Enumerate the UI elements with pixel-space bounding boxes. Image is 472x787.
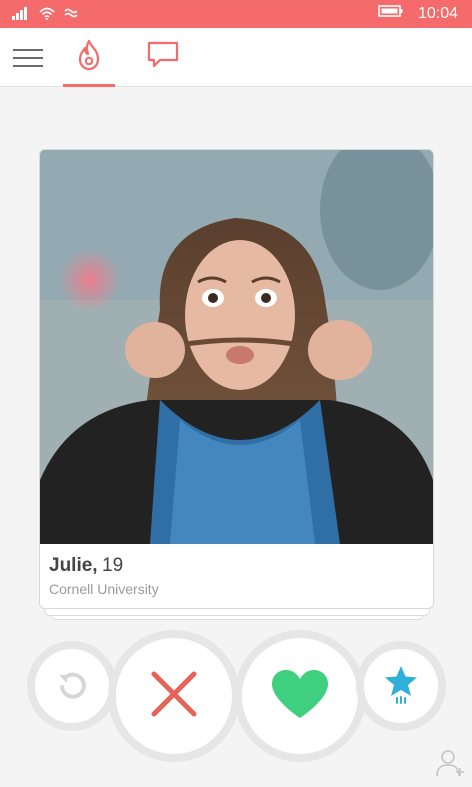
profile-age: 19 bbox=[102, 555, 124, 576]
hamburger-icon[interactable] bbox=[13, 49, 43, 67]
tab-messages[interactable] bbox=[146, 40, 182, 74]
card-info: Julie, 19 Cornell University bbox=[49, 555, 159, 597]
status-bar: 10:04 bbox=[0, 0, 472, 28]
rewind-icon bbox=[55, 667, 89, 706]
star-icon bbox=[382, 664, 420, 709]
add-user-icon[interactable] bbox=[436, 748, 466, 778]
wifi-icon bbox=[38, 6, 56, 25]
nope-button[interactable] bbox=[108, 630, 240, 762]
close-x-icon bbox=[148, 668, 200, 725]
clock-time: 10:04 bbox=[417, 4, 458, 22]
profile-photo bbox=[40, 150, 433, 544]
profile-card[interactable]: Julie, 19 Cornell University bbox=[39, 149, 434, 609]
super-like-button[interactable] bbox=[356, 641, 446, 731]
profile-school: Cornell University bbox=[49, 581, 159, 597]
chat-bubble-icon bbox=[146, 41, 180, 74]
heart-icon bbox=[270, 668, 330, 725]
profile-name: Julie, bbox=[49, 555, 98, 576]
signal-icon bbox=[12, 6, 30, 25]
flame-icon bbox=[77, 39, 101, 76]
tab-flame[interactable] bbox=[63, 28, 115, 87]
like-button[interactable] bbox=[234, 630, 366, 762]
data-sync-icon bbox=[64, 6, 80, 25]
active-tab-indicator bbox=[63, 84, 115, 87]
app-header bbox=[0, 28, 472, 87]
battery-icon bbox=[378, 4, 404, 23]
rewind-button[interactable] bbox=[27, 641, 117, 731]
